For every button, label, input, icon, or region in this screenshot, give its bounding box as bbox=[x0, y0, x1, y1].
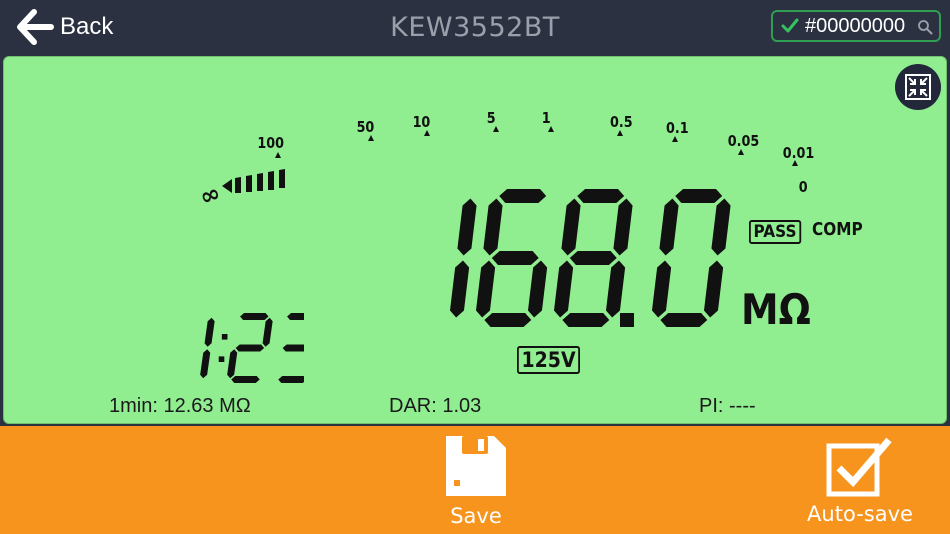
scale-tick bbox=[792, 160, 798, 166]
main-value-display bbox=[449, 189, 731, 327]
bargraph bbox=[222, 169, 285, 193]
digit-segment bbox=[287, 313, 304, 320]
digit-segment bbox=[651, 260, 672, 318]
pi-readout: PI: ---- bbox=[699, 395, 756, 417]
scale-label-50: 50 bbox=[356, 118, 375, 136]
digit-segment bbox=[204, 317, 215, 347]
scale-label-0-5: 0.5 bbox=[609, 113, 633, 131]
infinity-symbol: ∞ bbox=[195, 178, 225, 212]
digit-segment bbox=[577, 189, 625, 203]
scale-label-0-1: 0.1 bbox=[665, 119, 689, 137]
scale-label-0-01: 0.01 bbox=[782, 144, 815, 162]
comp-label: COMP bbox=[812, 219, 863, 240]
scale-label-0-05: 0.05 bbox=[727, 132, 760, 150]
unit-label: MΩ bbox=[741, 285, 811, 334]
digit-segment bbox=[227, 349, 238, 379]
scale-tick bbox=[548, 126, 554, 132]
digit-segment bbox=[675, 189, 723, 203]
scale-tick bbox=[738, 149, 744, 155]
scale-tick bbox=[424, 130, 430, 136]
digit-segment bbox=[282, 344, 304, 352]
one-min-readout: 1min: 12.63 MΩ bbox=[109, 395, 251, 417]
scale-tick bbox=[275, 152, 281, 158]
autosave-button[interactable]: Auto-save bbox=[800, 434, 920, 526]
digit-segment bbox=[499, 189, 547, 203]
digit-segment bbox=[262, 317, 273, 347]
scale-tick bbox=[368, 135, 374, 141]
scale-label-5: 5 bbox=[486, 109, 496, 127]
digit-segment bbox=[483, 198, 503, 256]
voltage-badge: 125V bbox=[517, 346, 581, 374]
digit-segment bbox=[484, 313, 532, 327]
scale-tick bbox=[617, 130, 623, 136]
app-header: Back KEW3552BT #00000000 bbox=[0, 0, 950, 54]
colon-dot bbox=[218, 356, 225, 362]
digit-segment bbox=[278, 376, 304, 383]
digit-segment bbox=[475, 260, 496, 318]
scale-tick bbox=[493, 126, 499, 132]
save-icon bbox=[446, 436, 506, 496]
scale-tick bbox=[672, 136, 678, 142]
digit-segment bbox=[457, 198, 477, 256]
autosave-label: Auto-save bbox=[807, 502, 913, 526]
digit-segment bbox=[449, 260, 470, 318]
device-id-label: #00000000 bbox=[805, 14, 906, 37]
scale-label-0: 0 bbox=[798, 178, 808, 196]
digit-segment bbox=[711, 198, 731, 256]
scale-label-100: 100 bbox=[257, 134, 284, 152]
digit-segment bbox=[660, 313, 708, 327]
search-icon bbox=[918, 20, 933, 35]
digit-segment bbox=[553, 260, 574, 318]
digit-segment bbox=[613, 198, 633, 256]
digit-segment bbox=[561, 198, 581, 256]
footer-toolbar: Save Auto-save bbox=[0, 426, 950, 534]
digit-segment bbox=[569, 251, 617, 265]
check-icon bbox=[781, 18, 799, 33]
digit-segment bbox=[491, 251, 539, 265]
digit-segment bbox=[235, 344, 265, 352]
scale-label-10: 10 bbox=[412, 113, 431, 131]
decimal-point bbox=[620, 313, 634, 327]
timer-display bbox=[200, 313, 304, 383]
digit-segment bbox=[231, 376, 260, 383]
dar-readout: DAR: 1.03 bbox=[389, 395, 482, 417]
device-id-button[interactable]: #00000000 bbox=[771, 10, 941, 42]
digit-segment bbox=[562, 313, 610, 327]
pass-badge: PASS bbox=[749, 220, 802, 244]
save-button[interactable]: Save bbox=[436, 432, 516, 528]
digit-segment bbox=[527, 260, 548, 318]
shrink-button[interactable] bbox=[895, 64, 941, 110]
digit-segment bbox=[703, 260, 724, 318]
scale-label-1: 1 bbox=[541, 109, 551, 127]
lcd-display: 100 50 10 5 1 0.5 0.1 0.05 0.01 0 ∞ PASS… bbox=[3, 56, 947, 424]
save-label: Save bbox=[450, 504, 502, 528]
digit-segment bbox=[240, 313, 269, 320]
autosave-icon bbox=[826, 437, 892, 497]
digit-segment bbox=[659, 198, 679, 256]
digit-segment bbox=[200, 349, 211, 379]
colon-dot bbox=[221, 334, 228, 340]
digit-segment bbox=[605, 260, 626, 318]
shrink-icon bbox=[905, 74, 931, 100]
